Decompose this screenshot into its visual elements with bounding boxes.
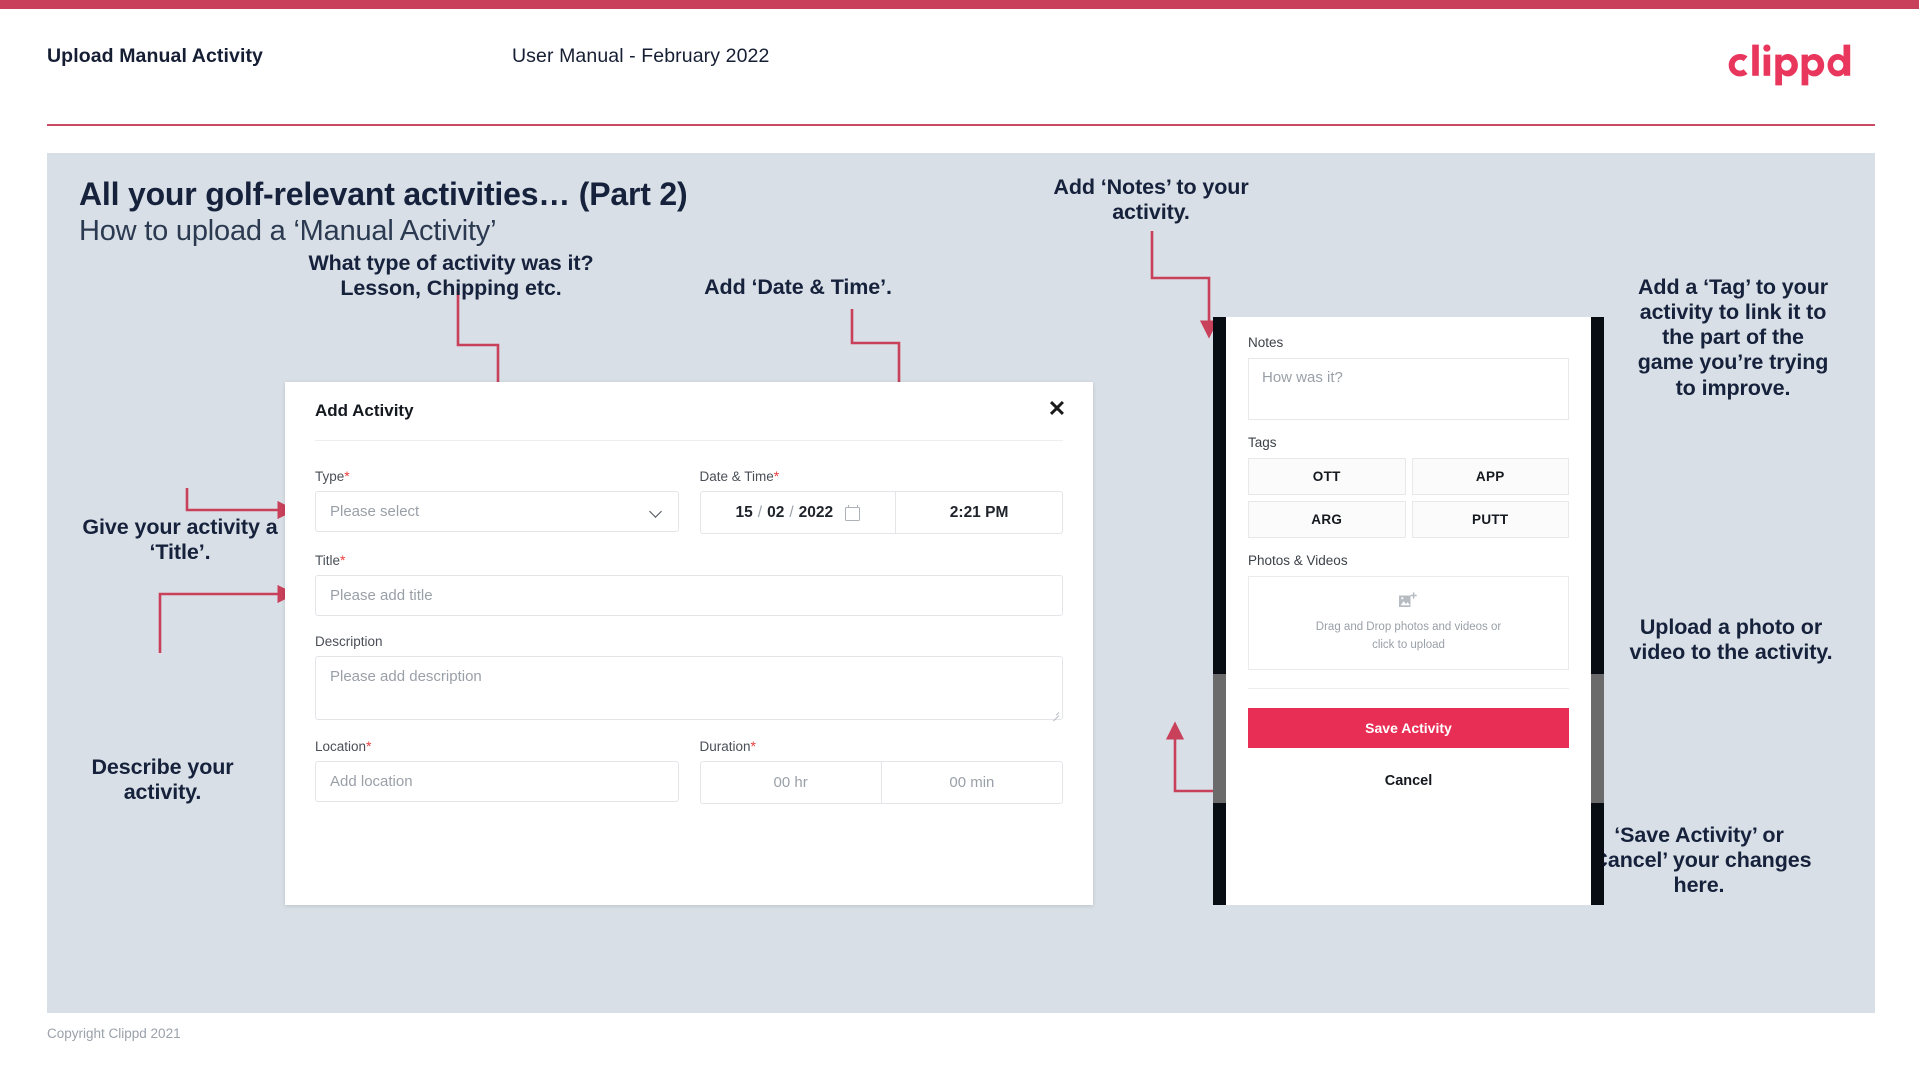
date-day: 15 (735, 503, 753, 521)
notes-placeholder: How was it? (1262, 369, 1343, 386)
annotation-datetime: Add ‘Date & Time’. (629, 275, 967, 300)
notes-label: Notes (1248, 335, 1284, 350)
date-slash-2: / (789, 503, 794, 521)
field-type: Type* Please select (315, 468, 679, 534)
title-label: Title* (315, 552, 1063, 568)
datetime-input-group: 15 / 02 / 2022 2:21 PM (699, 491, 1063, 534)
phone-bezel-left (1213, 317, 1227, 905)
annotation-description: Describe your activity. (91, 755, 234, 805)
field-location: Location* Add location (315, 738, 679, 804)
page-title: Upload Manual Activity (47, 45, 264, 67)
slide-page: Upload Manual Activity User Manual - Feb… (0, 0, 1919, 1079)
close-icon[interactable]: ✕ (1044, 396, 1070, 422)
resize-handle-icon[interactable] (1050, 708, 1059, 717)
dialog-title: Add Activity (315, 401, 414, 420)
phone-content: Notes How was it? Tags OTT APP ARG PUTT … (1226, 317, 1591, 789)
header-divider (47, 124, 1875, 126)
dropzone-text: Drag and Drop photos and videos or click… (1315, 621, 1502, 651)
add-image-icon (1398, 592, 1419, 611)
phone-bezel-right (1590, 317, 1604, 905)
duration-minutes-input[interactable]: 00 min (880, 762, 1062, 803)
date-slash-1: / (757, 503, 763, 521)
duration-label: Duration* (700, 738, 1064, 754)
date-input[interactable]: 15 / 02 / 2022 (701, 492, 897, 533)
clippd-logo (1725, 42, 1875, 86)
field-datetime: Date & Time* 15 / 02 / 2022 2:21 PM (699, 468, 1064, 534)
annotation-tags: Add a ‘Tag’ to your activity to link it … (1637, 275, 1829, 400)
type-label: Type* (315, 468, 679, 484)
type-placeholder: Please select (330, 503, 420, 520)
page-subtitle: User Manual - February 2022 (512, 45, 770, 67)
phone-scroll-track-right (1590, 674, 1604, 803)
phone-screen: Notes How was it? Tags OTT APP ARG PUTT … (1226, 317, 1591, 905)
dialog-body: Type* Please select Date & Time* 15 / 02… (285, 440, 1093, 905)
tag-button-putt[interactable]: PUTT (1411, 501, 1569, 538)
location-placeholder: Add location (330, 773, 413, 790)
datetime-label: Date & Time* (700, 468, 1064, 484)
tags-label: Tags (1248, 435, 1277, 450)
annotation-photos: Upload a photo or video to the activity. (1629, 615, 1833, 665)
field-description: Description Please add description (315, 634, 1063, 720)
field-duration: Duration* 00 hr 00 min (699, 738, 1064, 804)
photo-upload-dropzone[interactable]: Drag and Drop photos and videos or click… (1248, 576, 1569, 670)
tags-grid: OTT APP ARG PUTT (1248, 458, 1569, 538)
datetime-label-text: Date & Time (699, 469, 774, 484)
dialog-header: Add Activity ✕ (285, 382, 1093, 440)
duration-hours-input[interactable]: 00 hr (701, 762, 881, 803)
description-textarea[interactable]: Please add description (315, 656, 1063, 720)
slide-canvas: All your golf-relevant activities… (Part… (47, 153, 1875, 1013)
date-month: 02 (767, 503, 785, 521)
tag-button-app[interactable]: APP (1411, 458, 1569, 495)
tag-button-arg[interactable]: ARG (1248, 501, 1406, 538)
notes-textarea[interactable]: How was it? (1248, 358, 1569, 420)
time-input[interactable]: 2:21 PM (896, 492, 1062, 533)
datetime-required-marker: * (773, 468, 780, 484)
annotation-notes: Add ‘Notes’ to your activity. (1053, 175, 1249, 225)
top-accent-bar (0, 0, 1919, 9)
date-year: 2022 (798, 503, 834, 521)
location-input[interactable]: Add location (315, 761, 679, 802)
chevron-down-icon (650, 505, 664, 519)
tag-button-ott[interactable]: OTT (1248, 458, 1406, 495)
slide-heading: All your golf-relevant activities… (Part… (79, 176, 688, 212)
row-location-duration: Location* Add location Duration* 00 hr 0… (315, 738, 1063, 804)
time-value: 2:21 PM (949, 503, 1009, 521)
description-label: Description (315, 634, 1063, 649)
phone-scroll-track-left (1213, 674, 1227, 803)
annotation-title: Give your activity a ‘Title’. (82, 515, 278, 565)
location-label: Location* (315, 738, 679, 754)
type-required-marker: * (344, 468, 350, 484)
save-activity-button[interactable]: Save Activity (1248, 708, 1569, 748)
title-label-text: Title (315, 553, 341, 568)
title-placeholder: Please add title (330, 587, 433, 604)
location-required-marker: * (366, 738, 372, 754)
annotation-datetime-text: Add ‘Date & Time’. (704, 275, 892, 299)
description-label-text: Description (315, 634, 383, 649)
type-select[interactable]: Please select (315, 491, 679, 532)
description-placeholder: Please add description (330, 668, 482, 685)
duration-input-group: 00 hr 00 min (699, 761, 1063, 804)
phone-mockup: Notes How was it? Tags OTT APP ARG PUTT … (1213, 317, 1604, 905)
duration-minutes-placeholder: 00 min (949, 774, 995, 791)
duration-hours-placeholder: 00 hr (773, 774, 808, 791)
annotation-type: What type of activity was it? Lesson, Ch… (281, 251, 621, 301)
phone-divider (1248, 688, 1569, 689)
photos-label: Photos & Videos (1248, 553, 1348, 568)
field-title: Title* Please add title (315, 552, 1063, 616)
add-activity-dialog: Add Activity ✕ Type* Please select Date … (285, 382, 1093, 905)
row-type-datetime: Type* Please select Date & Time* 15 / 02… (315, 468, 1063, 534)
cancel-button[interactable]: Cancel (1248, 773, 1569, 789)
location-label-text: Location (315, 739, 367, 754)
annotation-type-line1: What type of activity was it? Lesson, Ch… (308, 251, 594, 301)
duration-required-marker: * (750, 738, 756, 754)
duration-label-text: Duration (699, 739, 751, 754)
copyright-text: Copyright Clippd 2021 (47, 1026, 181, 1041)
slide-subheading: How to upload a ‘Manual Activity’ (79, 215, 497, 247)
title-required-marker: * (340, 552, 346, 568)
type-label-text: Type (315, 469, 345, 484)
calendar-icon[interactable] (845, 504, 861, 521)
title-input[interactable]: Please add title (315, 575, 1063, 616)
